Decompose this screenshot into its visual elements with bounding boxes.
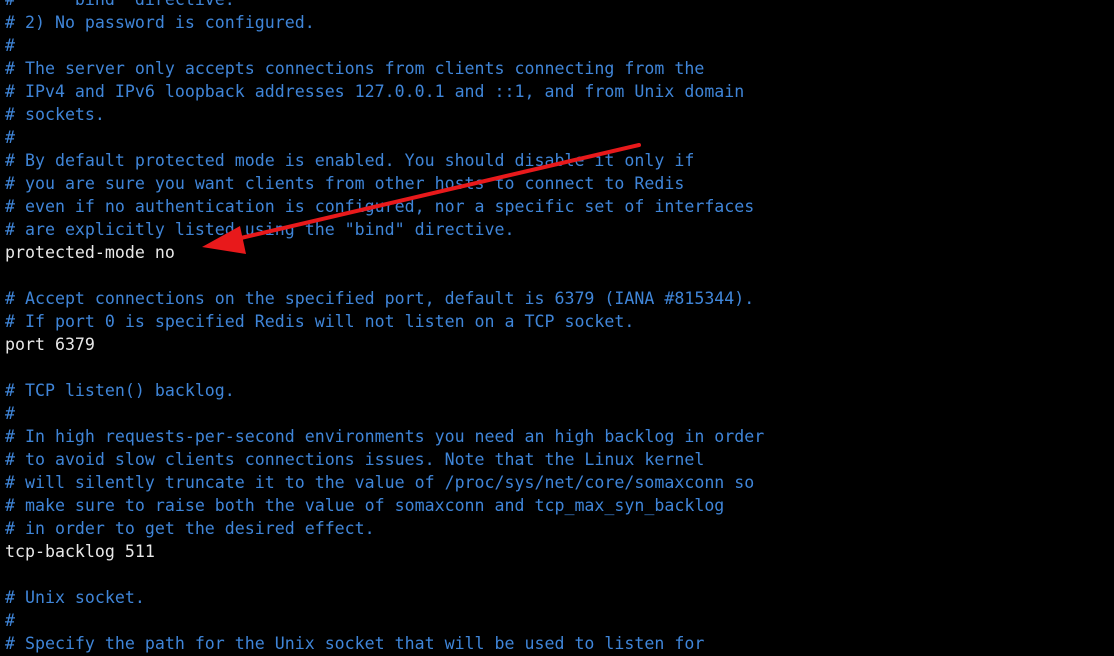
config-comment-line: # Accept connections on the specified po…	[5, 289, 755, 308]
config-comment-line: # will silently truncate it to the value…	[5, 473, 755, 492]
config-comment-line: # even if no authentication is configure…	[5, 197, 755, 216]
config-comment-line: # 2) No password is configured.	[5, 13, 315, 32]
config-comment-line: # In high requests-per-second environmen…	[5, 427, 765, 446]
config-comment-line: # "bind" directive.	[5, 0, 1110, 11]
config-comment-line: # If port 0 is specified Redis will not …	[5, 312, 635, 331]
config-comment-line: # By default protected mode is enabled. …	[5, 151, 695, 170]
config-comment-line: # you are sure you want clients from oth…	[5, 174, 685, 193]
config-comment-line: #	[5, 404, 15, 423]
config-comment-line: #	[5, 611, 15, 630]
config-comment-line: # IPv4 and IPv6 loopback addresses 127.0…	[5, 82, 745, 101]
config-comment-line: # Specify the path for the Unix socket t…	[5, 634, 705, 653]
config-comment-line: # The server only accepts connections fr…	[5, 59, 705, 78]
config-comment-line: # in order to get the desired effect.	[5, 519, 375, 538]
config-comment-line: # TCP listen() backlog.	[5, 381, 235, 400]
config-comment-line: #	[5, 128, 15, 147]
config-directive-line: port 6379	[5, 335, 95, 354]
config-comment-line: # are explicitly listed using the "bind"…	[5, 220, 515, 239]
config-comment-line: # Unix socket.	[5, 588, 145, 607]
config-comment-line: # sockets.	[5, 105, 105, 124]
config-comment-line: #	[5, 36, 15, 55]
config-directive-line: protected-mode no	[5, 243, 175, 262]
config-comment-line: # to avoid slow clients connections issu…	[5, 450, 705, 469]
config-comment-line: # make sure to raise both the value of s…	[5, 496, 725, 515]
terminal-output[interactable]: # "bind" directive. # 2) No password is c…	[5, 0, 1110, 655]
config-directive-line: tcp-backlog 511	[5, 542, 155, 561]
